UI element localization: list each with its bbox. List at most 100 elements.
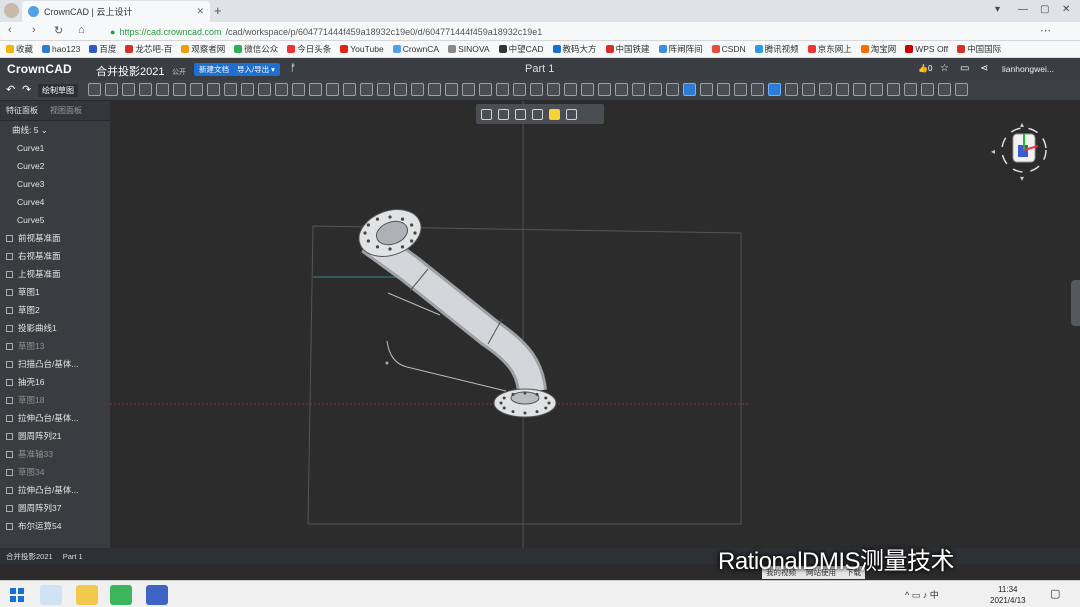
feature-tree-item[interactable]: 投影曲线1 [0,319,110,337]
notification-icon[interactable]: ▢ [1050,587,1060,600]
forward-icon[interactable]: › [32,24,36,36]
tool-button-icon[interactable] [173,83,186,96]
rotate-down-icon[interactable]: ▾ [1020,174,1024,182]
tool-button-icon[interactable] [666,83,679,96]
sketch-button[interactable]: 绘制草图 [38,84,78,97]
minimize-icon[interactable]: — [1018,4,1028,15]
feature-tree-item[interactable]: Curve5 [0,211,110,229]
feature-tree-item[interactable]: Curve1 [0,139,110,157]
tool-button-icon[interactable] [462,83,475,96]
tool-button-icon[interactable] [853,83,866,96]
url-field[interactable]: ● https://cad.crowncad.com/cad/workspace… [110,24,990,39]
file-explorer-taskbar-icon[interactable] [76,585,98,605]
bookmark-item[interactable]: 中国铁建 [605,43,650,55]
right-panel-handle[interactable] [1071,280,1080,326]
feature-tree-item[interactable]: Curve2 [0,157,110,175]
import-export-button[interactable]: 导入/导出 ▾ [232,63,280,76]
bookmark-item[interactable]: 京东网上 [807,43,852,55]
project-crumb[interactable]: 合并投影2021 [6,551,53,562]
feature-tree-item[interactable]: 圆周阵列37 [0,499,110,517]
feature-tree-item[interactable]: 扫描凸台/基体... [0,355,110,373]
feature-tree-item[interactable]: 拉伸凸台/基体... [0,409,110,427]
tool-button-icon[interactable] [326,83,339,96]
star-icon[interactable]: ☆ [940,63,949,74]
reload-icon[interactable]: ↻ [54,24,63,37]
tool-button-icon[interactable] [598,83,611,96]
bookmark-item[interactable]: 中国国际 [957,43,1001,55]
tray-icons[interactable]: ^ ▭ ♪ 中 [905,588,939,601]
tool-button-icon[interactable] [836,83,849,96]
tool-button-icon[interactable] [122,83,135,96]
back-icon[interactable]: ‹ [8,24,12,36]
tool-button-icon[interactable] [309,83,322,96]
tool-button-icon[interactable] [275,83,288,96]
home-icon[interactable]: ⌂ [78,24,85,36]
tool-button-icon[interactable] [139,83,152,96]
feature-tree-item[interactable]: 布尔运算54 [0,517,110,535]
bookmark-item[interactable]: 微信公众 [234,43,278,55]
share-icon[interactable]: ⋖ [980,63,988,74]
profile-avatar[interactable] [4,3,19,18]
tool-button-icon[interactable] [292,83,305,96]
redo-icon[interactable]: ↷ [22,83,31,96]
new-doc-button[interactable]: 新建文档 [194,63,234,76]
tool-button-icon[interactable] [904,83,917,96]
undo-icon[interactable]: ↶ [6,83,15,96]
feature-tree-item[interactable]: 抽壳16 [0,373,110,391]
bookmark-item[interactable]: 龙芯吧-百 [125,43,172,55]
feature-tree-item[interactable]: 右视基准面 [0,247,110,265]
close-window-icon[interactable]: ✕ [1062,4,1070,15]
user-menu[interactable]: lianhongwei... [1002,64,1054,74]
browser-taskbar-icon[interactable] [40,585,62,605]
tool-button-icon[interactable] [734,83,747,96]
app-taskbar-icon[interactable] [146,585,168,605]
feature-tree-item[interactable]: 圆周阵列21 [0,427,110,445]
tool-button-icon[interactable] [428,83,441,96]
tool-button-icon[interactable] [632,83,645,96]
tool-button-icon[interactable] [751,83,764,96]
feature-tree-item[interactable]: 上视基准面 [0,265,110,283]
tool-button-icon[interactable] [547,83,560,96]
tool-button-icon[interactable] [717,83,730,96]
bookmark-item[interactable]: CrownCA [392,44,439,54]
bookmark-item[interactable]: SINOVA [448,44,490,54]
feature-tree-item[interactable]: 拉伸凸台/基体... [0,481,110,499]
bookmark-item[interactable]: 百度 [89,43,116,55]
tool-button-icon[interactable] [156,83,169,96]
tool-button-icon[interactable] [88,83,101,96]
bookmark-item[interactable]: hao123 [42,44,80,54]
curves-group[interactable]: 曲线: 5 ⌄ [0,121,110,139]
feature-tree-item[interactable]: 基准轴33 [0,445,110,463]
feature-tree-item[interactable]: 草图13 [0,337,110,355]
tool-button-icon[interactable] [360,83,373,96]
model-canvas[interactable] [110,101,1080,548]
feature-tree-item[interactable]: 草图18 [0,391,110,409]
tool-button-icon[interactable] [411,83,424,96]
tool-button-icon[interactable] [496,83,509,96]
tool-button-icon[interactable] [955,83,968,96]
bookmark-item[interactable]: 收藏 [6,43,33,55]
tool-button-icon[interactable] [683,83,696,96]
bookmark-item[interactable]: 教码大方 [552,43,597,55]
branch-icon[interactable]: ᚠ [290,63,296,74]
bookmark-item[interactable]: 观察者网 [181,43,225,55]
browser-tab[interactable]: CrownCAD | 云上设计 ✕ [22,1,210,22]
tab-features[interactable]: 特征面板 [6,105,38,116]
tool-button-icon[interactable] [564,83,577,96]
tool-button-icon[interactable] [870,83,883,96]
tab-search-icon[interactable]: ▾ [995,4,1000,15]
bookmark-item[interactable]: CSDN [711,44,746,54]
tool-button-icon[interactable] [938,83,951,96]
display-mode-icon[interactable] [481,108,492,120]
rotate-left-icon[interactable]: ◂ [991,147,995,156]
tool-button-icon[interactable] [700,83,713,96]
zoom-fit-icon[interactable] [498,108,509,120]
bookmark-item[interactable]: YouTube [340,44,384,54]
tool-button-icon[interactable] [207,83,220,96]
render-mode-icon[interactable] [566,108,577,120]
view-orientation-icon[interactable] [515,108,526,120]
tool-button-icon[interactable] [530,83,543,96]
tool-button-icon[interactable] [190,83,203,96]
tool-button-icon[interactable] [377,83,390,96]
windows-start-icon[interactable] [10,588,24,602]
